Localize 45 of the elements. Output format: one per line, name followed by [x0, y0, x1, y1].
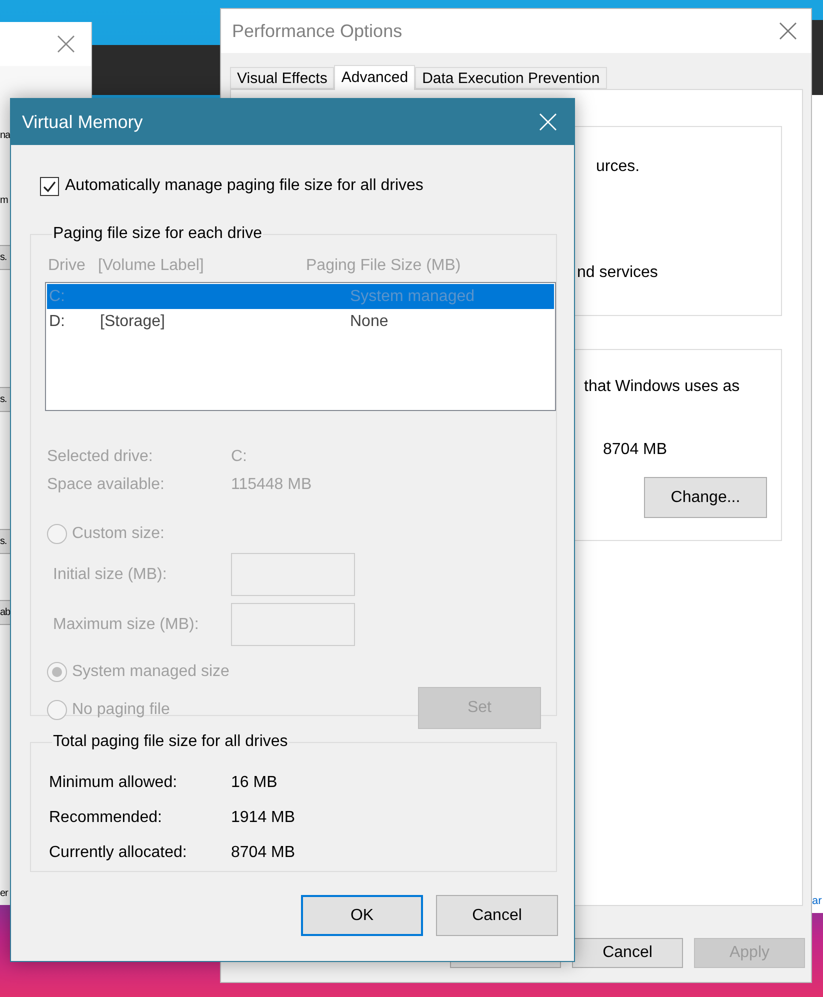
change-button[interactable]: Change... [644, 477, 767, 518]
paging-size-value: 8704 MB [603, 440, 668, 460]
button[interactable]: s. [0, 529, 10, 554]
text-fragment: m [0, 194, 9, 208]
button[interactable]: s. [0, 245, 10, 270]
tab[interactable]: Advanced [334, 65, 416, 90]
field-value: C: [231, 447, 247, 467]
field-label: Currently allocated: [49, 843, 188, 863]
text-fragment: na [0, 128, 10, 142]
field-value: 16 MB [231, 773, 278, 793]
dialog-button[interactable]: Cancel [572, 938, 683, 968]
field-label: Selected drive: [47, 447, 154, 467]
radio-label: No paging file [72, 700, 170, 720]
text-fragment: nd services [577, 263, 658, 283]
field-label: Recommended: [49, 808, 163, 828]
text-fragment: that Windows uses as [584, 377, 740, 397]
field-label: Maximum size (MB): [53, 614, 200, 634]
button[interactable]: s. [0, 387, 10, 412]
field-label: Space available: [47, 475, 166, 495]
window-title: Performance Options [232, 20, 402, 43]
field-label: Initial size (MB): [53, 564, 168, 584]
tab[interactable]: Visual Effects [230, 67, 334, 89]
button[interactable]: ab [0, 600, 10, 625]
dialog-button[interactable]: Cancel [436, 895, 558, 936]
group-title: Total paging file size for all drives [52, 732, 289, 752]
close-icon[interactable] [57, 35, 75, 53]
checkbox-label: Automatically manage paging file size for all drives [65, 176, 424, 196]
radio-label: System managed size [72, 662, 230, 682]
column-header: [Volume Label] [98, 256, 205, 276]
tab[interactable]: Data Execution Prevention [415, 67, 607, 89]
link[interactable]: ar [812, 896, 823, 907]
dialog-button[interactable]: OK [301, 895, 423, 936]
group-title: Paging file size for each drive [52, 224, 263, 244]
field-value: 8704 MB [231, 843, 296, 863]
field-value: 1914 MB [231, 808, 296, 828]
column-header: Drive [48, 256, 86, 276]
text-fragment: urces. [596, 157, 640, 177]
window-title: Virtual Memory [22, 110, 143, 134]
close-icon[interactable] [779, 22, 797, 40]
text-fragment: er [0, 886, 10, 900]
field-label: Minimum allowed: [49, 773, 178, 793]
column-header: Paging File Size (MB) [306, 256, 461, 276]
checkbox[interactable] [40, 176, 59, 196]
radio-label: Custom size: [72, 524, 164, 544]
field-value: 115448 MB [231, 475, 312, 495]
